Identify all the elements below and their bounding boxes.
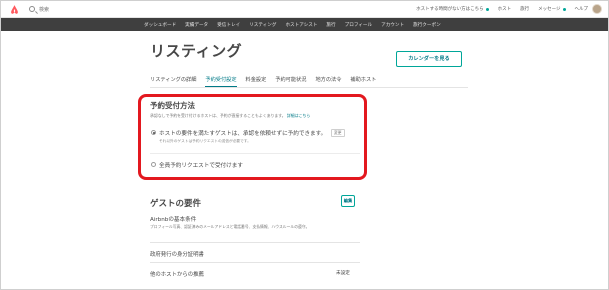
guest-requirements-heading: ゲストの要件 [150,199,202,209]
top-right-links: ホストする時間がない方はこちら ホスト 旅行 メッセージ ヘルプ [416,6,588,12]
host-recommendation-row: 他のホストからの推薦 [150,272,204,278]
hostnav-trips[interactable]: 旅行 [326,22,335,28]
search-box[interactable] [27,3,147,16]
tab-co-hosts[interactable]: 補助ホスト [350,76,376,87]
hostnav-account[interactable]: アカウント [381,22,404,28]
requirements-divider [150,262,360,263]
hostnav-host-assist[interactable]: ホストアシスト [285,22,317,28]
host-notice-text: ホストする時間がない方はこちら [416,7,484,12]
learn-more-link[interactable]: 詳細はこちら [287,113,310,118]
tab-pricing[interactable]: 料金設定 [246,76,267,87]
nav-link-host[interactable]: ホスト [498,6,512,12]
nav-link-trips[interactable]: 旅行 [520,6,529,12]
basic-requirements-description: プロフィール写真、認証済みのメールアドレスと電話番号、支払情報、ハウスルールの遵… [150,224,310,229]
messages-dot-icon [562,7,566,11]
tabs-divider [150,87,468,88]
edit-requirements-button[interactable]: 編集 [341,195,355,207]
host-recommendation-status: 未設定 [336,271,350,276]
search-icon [29,6,35,12]
booking-description-text: 承認なしで予約を受け付けるホストは、予約が直接することもよくあります。 [150,113,286,118]
options-divider [150,153,360,154]
tab-availability[interactable]: 予約可能状況 [275,76,306,87]
request-to-book-label[interactable]: 全員予約リクエストで受付けます [159,161,243,169]
search-input[interactable] [39,4,139,15]
page-title: リスティング [150,42,243,60]
host-notice-link[interactable]: ホストする時間がない方はこちら [416,6,489,12]
airbnb-logo-icon[interactable] [9,4,20,15]
tab-listing-details[interactable]: リスティングの詳細 [150,76,196,87]
change-requirements-button[interactable]: 変更 [331,129,345,137]
instant-book-subtext: それ以外のゲストは予約リクエストの送信が必要です。 [159,139,251,143]
government-id-row: 政府発行の身分証明書 [150,252,204,258]
top-bar: ホストする時間がない方はこちら ホスト 旅行 メッセージ ヘルプ [1,1,608,18]
avatar[interactable] [592,4,602,14]
host-nav-bar: ダッシュボード 実績データ 受信トレイ リスティング ホストアシスト 旅行 プロ… [1,18,608,31]
booking-method-heading: 予約受付方法 [150,101,195,110]
view-calendar-button[interactable]: カレンダーを見る [396,51,462,67]
nav-link-help[interactable]: ヘルプ [575,6,589,12]
notification-dot-icon [485,7,489,11]
listing-tabs: リスティングの詳細 予約受付設定 料金設定 予約可能状況 地方の法令 補助ホスト [150,76,376,87]
hostnav-profile[interactable]: プロフィール [345,22,372,28]
hostnav-listings[interactable]: リスティング [249,22,276,28]
tab-booking-settings[interactable]: 予約受付設定 [205,76,237,87]
messages-label: メッセージ [538,7,561,12]
hostnav-inbox[interactable]: 受信トレイ [217,22,240,28]
request-to-book-radio[interactable] [151,162,156,167]
hostnav-coupon[interactable]: 旅行クーポン [413,22,441,28]
booking-method-description: 承認なしで予約を受け付けるホストは、予約が直接することもよくあります。 詳細はこ… [150,113,310,119]
hostnav-stats[interactable]: 実績データ [185,22,208,28]
instant-book-radio[interactable] [151,130,156,135]
requirements-divider [150,242,360,243]
tab-local-laws[interactable]: 地方の法令 [315,76,341,87]
basic-requirements-title: Airbnbの基本条件 [150,217,197,223]
hostnav-dashboard[interactable]: ダッシュボード [144,22,176,28]
nav-link-messages[interactable]: メッセージ [538,6,566,12]
instant-book-label[interactable]: ホストの要件を満たすゲストは、承認を依頼せずに予約できます。 [159,129,326,137]
